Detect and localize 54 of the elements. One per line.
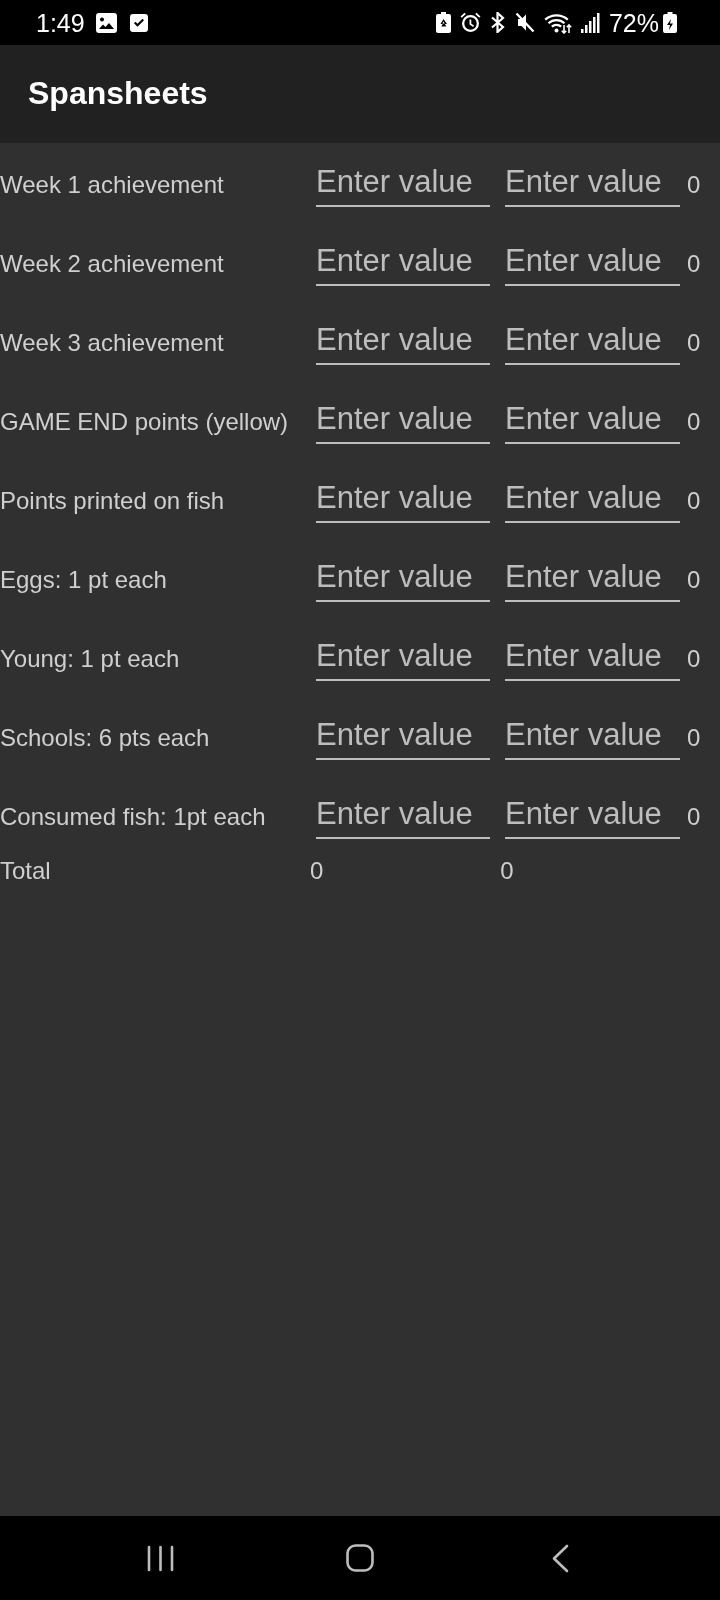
row-result: 0 — [687, 566, 701, 594]
row-label: Eggs: 1 pt each — [0, 566, 168, 594]
input-field[interactable]: Enter value — [316, 475, 490, 523]
input-field[interactable]: Enter value — [316, 396, 490, 444]
input-field[interactable]: Enter value — [505, 238, 680, 286]
input-field[interactable]: Enter value — [316, 712, 490, 760]
row-label: Week 1 achievement — [0, 171, 225, 199]
row-label: GAME END points (yellow) — [0, 408, 290, 436]
input-field[interactable]: Enter value — [505, 159, 680, 207]
total-value: 0 — [500, 857, 514, 885]
clock-time: 1:49 — [36, 7, 85, 38]
bluetooth-icon — [489, 12, 506, 33]
row-result: 0 — [687, 645, 701, 673]
battery-recycle-icon — [435, 12, 451, 33]
input-field[interactable]: Enter value — [505, 712, 680, 760]
total-value: 0 — [310, 857, 324, 885]
row-label: Consumed fish: 1pt each — [0, 803, 267, 831]
row-result: 0 — [687, 803, 701, 831]
row-result: 0 — [687, 408, 701, 436]
input-field[interactable]: Enter value — [316, 238, 490, 286]
total-label: Total — [0, 857, 52, 885]
signal-bars-icon — [580, 12, 600, 33]
recent-apps-icon[interactable] — [146, 1544, 174, 1572]
alarm-clock-icon — [459, 12, 481, 33]
input-field[interactable]: Enter value — [316, 317, 490, 365]
input-field[interactable]: Enter value — [316, 633, 490, 681]
input-field[interactable]: Enter value — [505, 475, 680, 523]
input-field[interactable]: Enter value — [505, 317, 680, 365]
row-label: Week 3 achievement — [0, 329, 225, 357]
input-field[interactable]: Enter value — [316, 554, 490, 602]
row-result: 0 — [687, 329, 701, 357]
input-field[interactable]: Enter value — [316, 791, 490, 839]
row-result: 0 — [687, 487, 701, 515]
row-label: Points printed on fish — [0, 487, 226, 515]
row-label: Week 2 achievement — [0, 250, 225, 278]
image-icon — [95, 12, 117, 33]
row-result: 0 — [687, 171, 701, 199]
row-result: 0 — [687, 250, 701, 278]
charging-battery-icon — [663, 12, 677, 33]
input-field[interactable]: Enter value — [505, 791, 680, 839]
wifi-icon — [543, 11, 572, 34]
input-field[interactable]: Enter value — [505, 554, 680, 602]
checkbox-icon — [129, 13, 148, 32]
app-title: Spansheets — [28, 74, 208, 113]
input-field[interactable]: Enter value — [316, 159, 490, 207]
row-label: Schools: 6 pts each — [0, 724, 211, 752]
muted-speaker-icon — [514, 12, 535, 33]
input-field[interactable]: Enter value — [505, 633, 680, 681]
battery-percent: 72% — [608, 7, 659, 38]
row-label: Young: 1 pt each — [0, 645, 181, 673]
input-field[interactable]: Enter value — [505, 396, 680, 444]
row-result: 0 — [687, 724, 701, 752]
home-icon[interactable] — [346, 1544, 374, 1572]
back-icon[interactable] — [551, 1543, 569, 1573]
